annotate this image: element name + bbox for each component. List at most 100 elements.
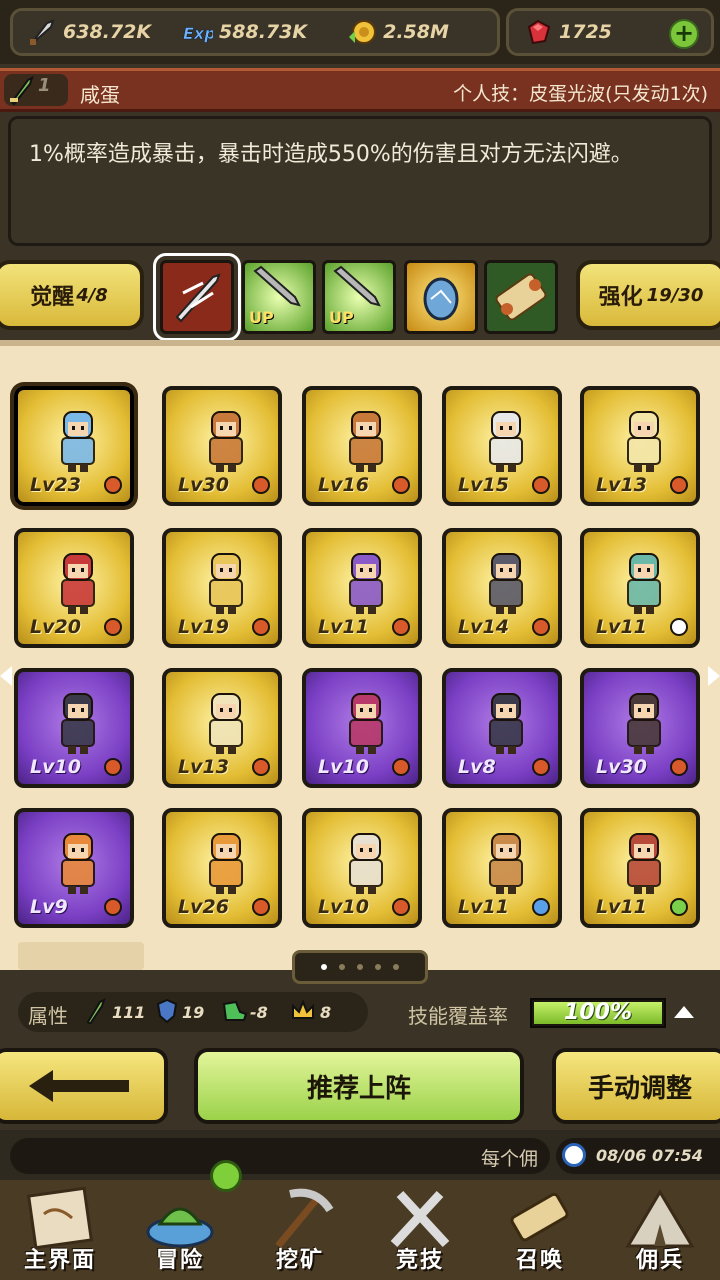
sword-icon bbox=[30, 19, 55, 45]
tab-upgrade-2[interactable]: UP bbox=[322, 260, 396, 334]
gold-value: 2.58M bbox=[383, 21, 449, 43]
nav-mine[interactable]: 挖矿 bbox=[240, 1180, 360, 1280]
hero-level: Lv19 bbox=[178, 616, 229, 638]
hero-level: Lv15 bbox=[458, 474, 509, 496]
hero-element-icon bbox=[532, 476, 550, 494]
expand-arrow[interactable] bbox=[674, 1006, 694, 1018]
nav-mercenary[interactable]: 佣兵 bbox=[600, 1180, 720, 1280]
hero-card[interactable]: Lv26 bbox=[162, 808, 282, 928]
page-dot[interactable] bbox=[393, 964, 399, 970]
hero-card[interactable]: Lv20 bbox=[14, 528, 134, 648]
attack-stat: 111 bbox=[112, 1003, 146, 1022]
time-text: 08/06 07:54 bbox=[596, 1146, 703, 1165]
up-label: UP bbox=[329, 308, 354, 327]
hero-level: Lv14 bbox=[458, 616, 509, 638]
bottom-nav: 主界面 冒险 挖矿 竞技 召唤 佣兵 bbox=[0, 1180, 720, 1280]
hero-element-icon bbox=[392, 476, 410, 494]
page-dot[interactable] bbox=[339, 964, 345, 970]
hero-card[interactable]: Lv30 bbox=[580, 668, 700, 788]
hero-level: Lv10 bbox=[318, 896, 369, 918]
prev-page-arrow[interactable] bbox=[0, 666, 12, 686]
enhance-count: 19/30 bbox=[646, 284, 704, 306]
tab-upgrade-1[interactable]: UP bbox=[242, 260, 316, 334]
page-dot[interactable] bbox=[375, 964, 381, 970]
nav-adventure[interactable]: 冒险 bbox=[120, 1180, 240, 1280]
hero-element-icon bbox=[670, 758, 688, 776]
skill-description: 1%概率造成暴击，暴击时造成550%的伤害且对方无法闪避。 bbox=[8, 116, 712, 246]
hero-element-icon bbox=[392, 898, 410, 916]
hero-card[interactable]: Lv8 bbox=[442, 668, 562, 788]
nav-mine-label: 挖矿 bbox=[275, 1248, 324, 1273]
hero-level: Lv23 bbox=[30, 474, 81, 496]
tab-scroll[interactable] bbox=[484, 260, 558, 334]
info-bar: 每个佣 08/06 07:54 bbox=[0, 1130, 720, 1180]
hero-card[interactable]: Lv11 bbox=[302, 528, 422, 648]
nav-adventure-label: 冒险 bbox=[155, 1248, 204, 1273]
hero-sprite-icon bbox=[489, 693, 523, 754]
attack-resource: 638.72K bbox=[27, 17, 151, 47]
hero-level: Lv13 bbox=[596, 474, 647, 496]
hero-card[interactable]: Lv11 bbox=[580, 528, 700, 648]
hero-level: Lv9 bbox=[30, 896, 68, 918]
skill-level-box bbox=[4, 74, 68, 106]
boot-icon bbox=[222, 1000, 248, 1021]
hero-level: Lv8 bbox=[458, 756, 496, 778]
hero-element-icon bbox=[104, 758, 122, 776]
hero-card[interactable]: Lv19 bbox=[162, 528, 282, 648]
hero-level: Lv13 bbox=[178, 756, 229, 778]
hero-card[interactable]: Lv30 bbox=[162, 386, 282, 506]
next-page-arrow[interactable] bbox=[708, 666, 720, 686]
hero-element-icon bbox=[392, 758, 410, 776]
hero-card[interactable]: Lv9 bbox=[14, 808, 134, 928]
hero-card[interactable]: Lv10 bbox=[14, 668, 134, 788]
exp-value: 588.73K bbox=[219, 21, 308, 43]
hero-card[interactable]: Lv11 bbox=[442, 808, 562, 928]
gem-resource: 1725 bbox=[523, 17, 612, 47]
hero-element-icon bbox=[532, 898, 550, 916]
add-gems-button[interactable]: + bbox=[669, 19, 699, 49]
hero-card[interactable]: Lv13 bbox=[162, 668, 282, 788]
hero-card[interactable]: Lv14 bbox=[442, 528, 562, 648]
tab-egg[interactable] bbox=[404, 260, 478, 334]
shield-icon bbox=[156, 998, 178, 1024]
crown-icon bbox=[292, 999, 314, 1019]
manual-adjust-button[interactable]: 手动调整 bbox=[552, 1048, 720, 1124]
hero-card[interactable]: Lv11 bbox=[580, 808, 700, 928]
hero-card[interactable]: Lv13 bbox=[580, 386, 700, 506]
message-box[interactable]: 每个佣 bbox=[10, 1138, 550, 1174]
crown-stat: 8 bbox=[320, 1003, 332, 1022]
nav-main[interactable]: 主界面 bbox=[0, 1180, 120, 1280]
hero-card[interactable]: Lv10 bbox=[302, 668, 422, 788]
hero-card[interactable]: Lv10 bbox=[302, 808, 422, 928]
recommend-button[interactable]: 推荐上阵 bbox=[194, 1048, 524, 1124]
hero-level: Lv10 bbox=[30, 756, 81, 778]
hero-sprite-icon bbox=[61, 411, 95, 472]
time-box: 08/06 07:54 bbox=[556, 1138, 720, 1174]
hero-element-icon bbox=[532, 618, 550, 636]
speed-stat: -8 bbox=[250, 1003, 268, 1022]
arrow-left-icon bbox=[29, 1070, 129, 1102]
message-text: 每个佣 bbox=[480, 1148, 538, 1170]
page-dot[interactable] bbox=[321, 964, 327, 970]
hero-card[interactable]: Lv16 bbox=[302, 386, 422, 506]
hero-card[interactable]: Lv23 bbox=[14, 386, 134, 506]
attack-value: 638.72K bbox=[63, 21, 152, 43]
recommend-label: 推荐上阵 bbox=[306, 1073, 411, 1104]
notification-dot bbox=[210, 1160, 242, 1192]
hero-sprite-icon bbox=[489, 411, 523, 472]
hero-sprite-icon bbox=[209, 833, 243, 894]
enhance-button[interactable]: 强化 19/30 bbox=[576, 260, 720, 330]
hero-sprite-icon bbox=[627, 553, 661, 614]
awaken-button[interactable]: 觉醒 4/8 bbox=[0, 260, 144, 330]
back-button[interactable] bbox=[0, 1048, 168, 1124]
tab-weapon[interactable] bbox=[153, 253, 241, 341]
page-indicator bbox=[292, 950, 428, 984]
hero-sprite-icon bbox=[209, 411, 243, 472]
nav-arena[interactable]: 竞技 bbox=[360, 1180, 480, 1280]
hero-sprite-icon bbox=[349, 833, 383, 894]
hero-sprite-icon bbox=[349, 693, 383, 754]
hero-card[interactable]: Lv15 bbox=[442, 386, 562, 506]
hero-level: Lv20 bbox=[30, 616, 81, 638]
nav-summon[interactable]: 召唤 bbox=[480, 1180, 600, 1280]
page-dot[interactable] bbox=[357, 964, 363, 970]
